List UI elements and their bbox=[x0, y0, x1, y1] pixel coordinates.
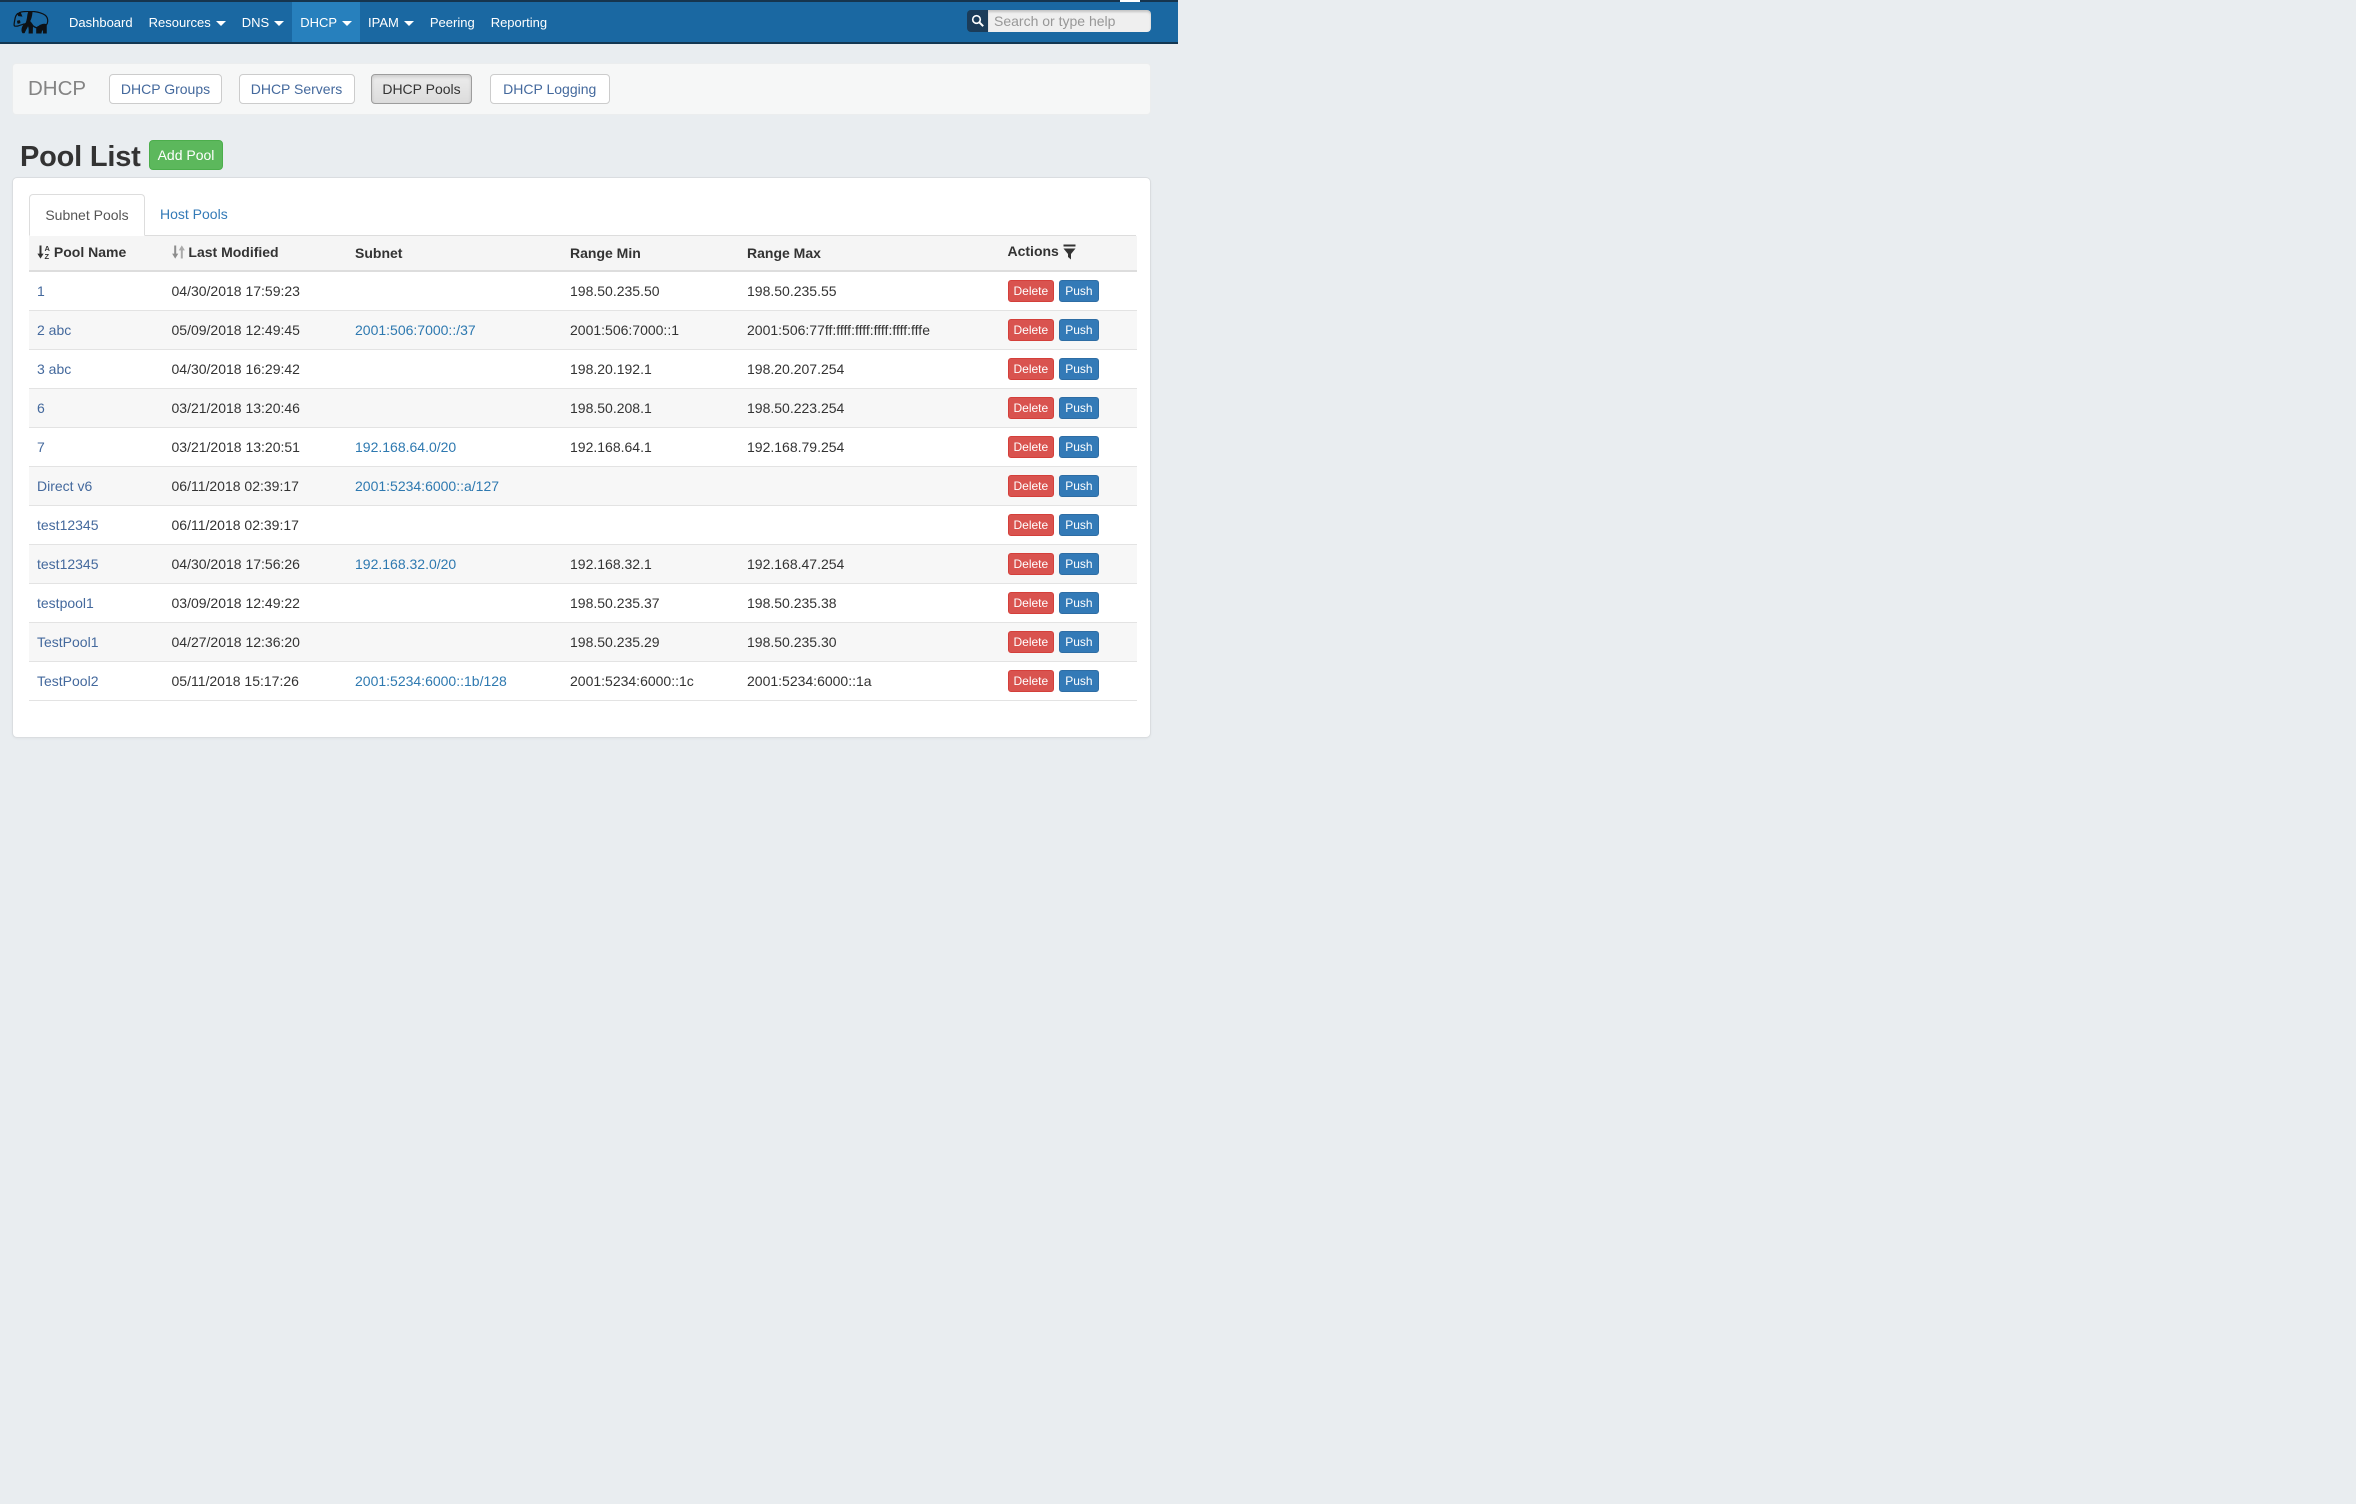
svg-text:Z: Z bbox=[45, 252, 50, 259]
